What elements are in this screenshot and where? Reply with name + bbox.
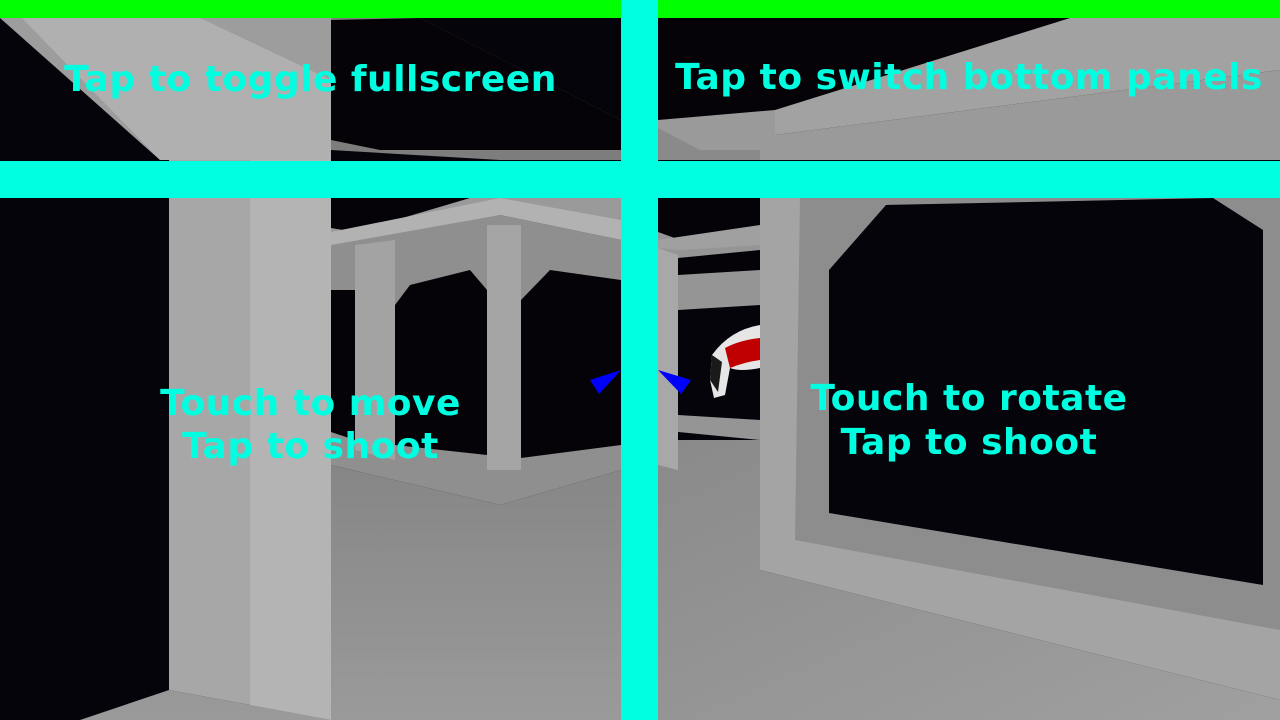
switch-panels-zone[interactable]: Tap to switch bottom panels [658, 18, 1280, 161]
top-bar-left [0, 0, 621, 18]
move-shoot-label: Tap to shoot [182, 426, 439, 467]
switch-panels-label: Tap to switch bottom panels [675, 57, 1263, 98]
fullscreen-toggle-label: Tap to toggle fullscreen [64, 59, 557, 100]
fullscreen-toggle-zone[interactable]: Tap to toggle fullscreen [0, 18, 621, 161]
rotate-shoot-zone[interactable]: Touch to rotate Tap to shoot [658, 198, 1280, 720]
game-viewport[interactable]: Tap to toggle fullscreen Tap to switch b… [0, 0, 1280, 720]
rotate-shoot-label: Tap to shoot [840, 422, 1098, 463]
rotate-label: Touch to rotate [810, 378, 1128, 419]
vertical-divider [621, 0, 658, 720]
horizontal-divider [0, 161, 1280, 198]
top-bar-right [658, 0, 1280, 18]
move-shoot-zone[interactable]: Touch to move Tap to shoot [0, 198, 621, 720]
move-label: Touch to move [160, 383, 461, 424]
